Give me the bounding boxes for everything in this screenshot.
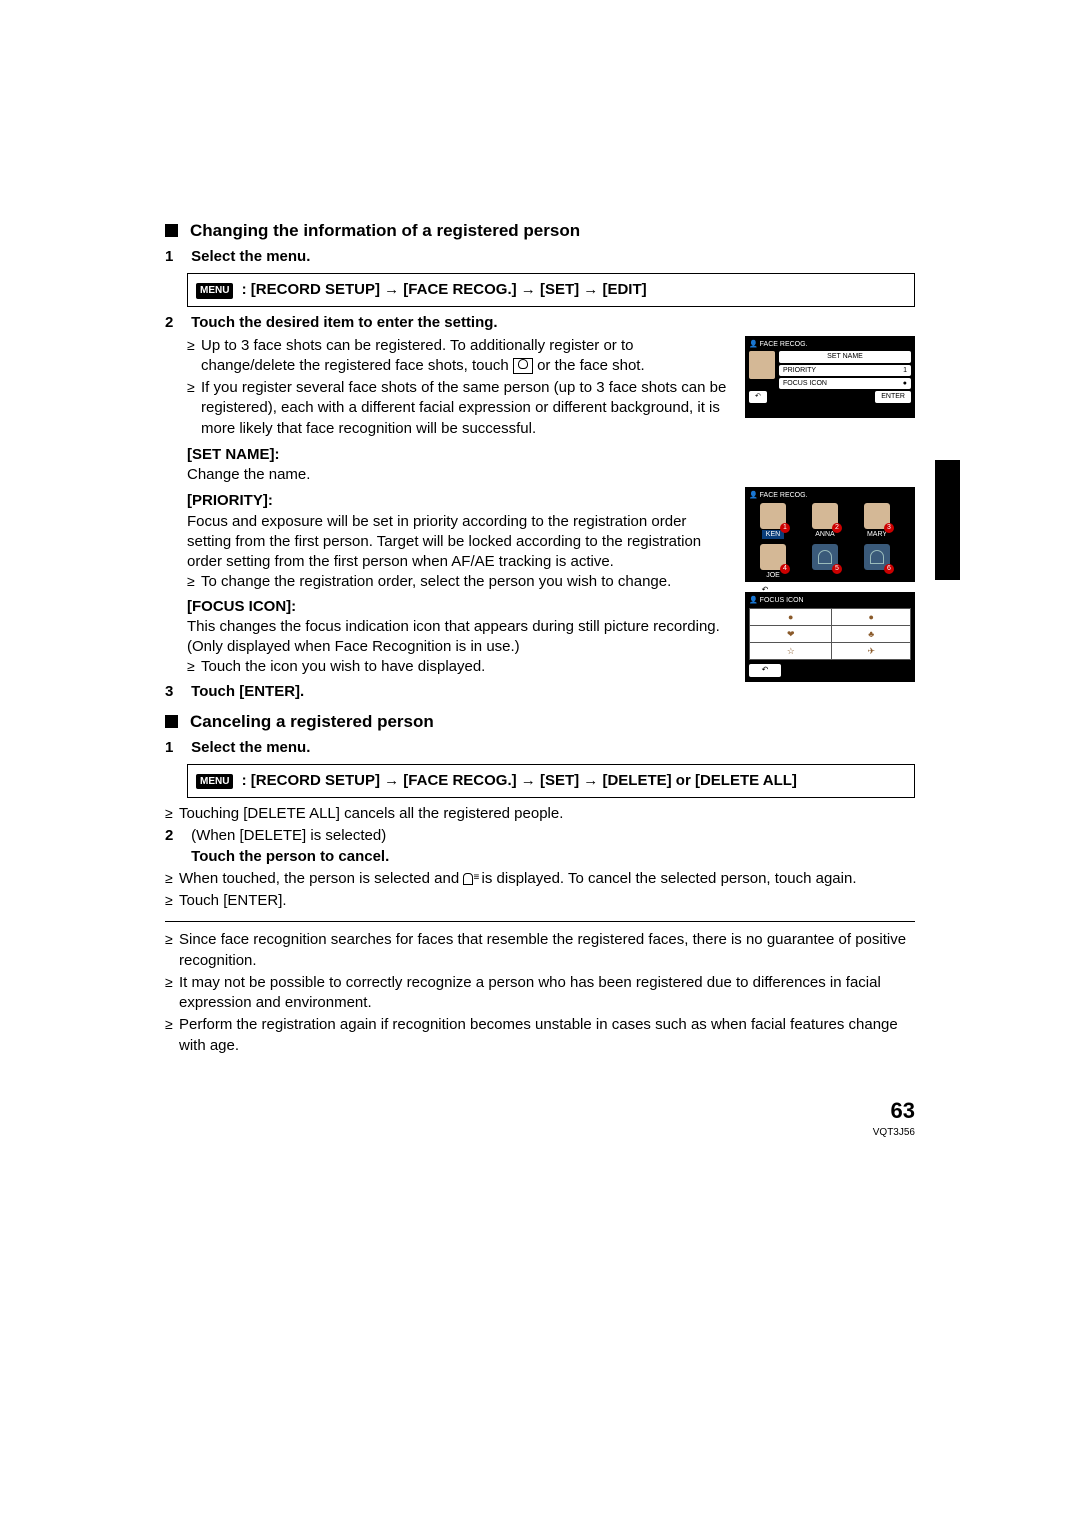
screenshot-face-recog-priority: 👤 FACE RECOG. 1KEN2ANNA3MARY4JOE56 ↶ xyxy=(745,487,915,582)
s1-bullets-top: Up to 3 face shots can be registered. To… xyxy=(187,336,731,439)
bullet-when-touched: When touched, the person is selected and… xyxy=(165,869,915,889)
focusicon-text: This changes the focus indication icon t… xyxy=(187,617,731,658)
ss3-icon-cell[interactable]: ● xyxy=(832,608,911,625)
priority-label: [PRIORITY]: xyxy=(187,491,731,511)
s1-step1-num: 1 xyxy=(165,247,187,267)
s2-step2-title: Touch the person to cancel. xyxy=(191,848,389,865)
focusicon-bullets: Touch the icon you wish to have displaye… xyxy=(187,657,731,677)
menu-path-delete: MENU : [RECORD SETUP] → [FACE RECOG.] → … xyxy=(187,764,915,798)
side-tab xyxy=(935,460,960,580)
s1-step3: 3 Touch [ENTER]. xyxy=(165,682,915,702)
menu-path-edit: MENU : [RECORD SETUP] → [FACE RECOG.] → … xyxy=(187,273,915,307)
priority-bullet: To change the registration order, select… xyxy=(187,572,731,592)
ss1-enter-button[interactable]: ENTER xyxy=(875,391,911,402)
setname-text: Change the name. xyxy=(187,465,915,485)
face-slot-icon xyxy=(513,358,533,374)
ss2-person[interactable]: 6 xyxy=(853,544,901,580)
s1-step2-title: Touch the desired item to enter the sett… xyxy=(191,314,497,331)
menu-badge: MENU xyxy=(196,283,233,299)
s1-step3-title: Touch [ENTER]. xyxy=(191,683,304,700)
selected-person-icon xyxy=(463,873,477,885)
ss1-priority-button[interactable]: PRIORITY1 xyxy=(779,365,911,376)
screenshot-face-recog-edit: 👤 FACE RECOG. SET NAME PRIORITY1 FOCUS I… xyxy=(745,336,915,418)
s1-step3-num: 3 xyxy=(165,682,187,702)
s2-step2-num: 2 xyxy=(165,826,187,846)
s1-step1-title: Select the menu. xyxy=(191,248,310,265)
ss3-icon-cell[interactable]: ♣ xyxy=(832,625,911,642)
bullet-several: If you register several face shots of th… xyxy=(187,378,731,439)
note-3: Perform the registration again if recogn… xyxy=(165,1015,915,1056)
ss1-header: 👤 FACE RECOG. xyxy=(749,340,911,349)
ss3-icon-cell[interactable]: ❤ xyxy=(750,625,832,642)
ss3-icon-cell[interactable]: ● xyxy=(750,608,832,625)
ss2-person[interactable]: 1KEN xyxy=(749,503,797,540)
ss2-person[interactable]: 5 xyxy=(801,544,849,580)
ss1-focusicon-button[interactable]: FOCUS ICON● xyxy=(779,378,911,389)
s1-step2-num: 2 xyxy=(165,313,187,333)
s2-step1-title: Select the menu. xyxy=(191,739,310,756)
menu-path-text-2: : [RECORD SETUP] → [FACE RECOG.] → [SET]… xyxy=(242,772,797,789)
priority-bullets: To change the registration order, select… xyxy=(187,572,731,592)
ss1-face-thumb[interactable] xyxy=(749,351,775,379)
ss2-header: 👤 FACE RECOG. xyxy=(749,491,911,500)
ss1-setname-button[interactable]: SET NAME xyxy=(779,351,911,362)
notes-separator xyxy=(165,921,915,922)
s2-bullet-deleteall: Touching [DELETE ALL] cancels all the re… xyxy=(165,804,915,824)
note-1: Since face recognition searches for face… xyxy=(165,930,915,971)
ss2-person[interactable]: 3MARY xyxy=(853,503,901,540)
bullet-deleteall: Touching [DELETE ALL] cancels all the re… xyxy=(165,804,915,824)
bullet-touch-enter: Touch [ENTER]. xyxy=(165,891,915,911)
doc-code: VQT3J56 xyxy=(165,1126,915,1140)
ss3-icon-cell[interactable]: ☆ xyxy=(750,642,832,659)
s2-step1-num: 1 xyxy=(165,738,187,758)
notes-list: Since face recognition searches for face… xyxy=(165,930,915,1056)
focusicon-bullet: Touch the icon you wish to have displaye… xyxy=(187,657,731,677)
s2-step1: 1 Select the menu. xyxy=(165,738,915,758)
bullet-faceshots: Up to 3 face shots can be registered. To… xyxy=(187,336,731,377)
s1-step2: 2 Touch the desired item to enter the se… xyxy=(165,313,915,333)
ss3-icon-cell[interactable]: ✈ xyxy=(832,642,911,659)
focusicon-label: [FOCUS ICON]: xyxy=(187,597,731,617)
s2-bullets-cancel: When touched, the person is selected and… xyxy=(165,869,915,912)
screenshot-focus-icon: 👤 FOCUS ICON ●●❤♣☆✈ ↶ xyxy=(745,592,915,682)
ss1-back-button[interactable]: ↶ xyxy=(749,391,767,402)
setname-label: [SET NAME]: xyxy=(187,445,915,465)
section-canceling-title: Canceling a registered person xyxy=(165,711,915,734)
s2-step2: 2 (When [DELETE] is selected) Touch the … xyxy=(165,826,915,867)
menu-badge-2: MENU xyxy=(196,774,233,790)
ss2-person[interactable]: 4JOE xyxy=(749,544,797,580)
section-changing-title: Changing the information of a registered… xyxy=(165,220,915,243)
menu-path-text: : [RECORD SETUP] → [FACE RECOG.] → [SET]… xyxy=(242,281,647,298)
priority-text: Focus and exposure will be set in priori… xyxy=(187,512,731,573)
page-number: 63 xyxy=(165,1096,915,1126)
s2-step2-paren: (When [DELETE] is selected) xyxy=(191,827,386,844)
note-2: It may not be possible to correctly reco… xyxy=(165,973,915,1014)
ss2-person[interactable]: 2ANNA xyxy=(801,503,849,540)
ss3-header: 👤 FOCUS ICON xyxy=(749,596,911,605)
ss3-back-button[interactable]: ↶ xyxy=(749,664,781,677)
s1-step1: 1 Select the menu. xyxy=(165,247,915,267)
